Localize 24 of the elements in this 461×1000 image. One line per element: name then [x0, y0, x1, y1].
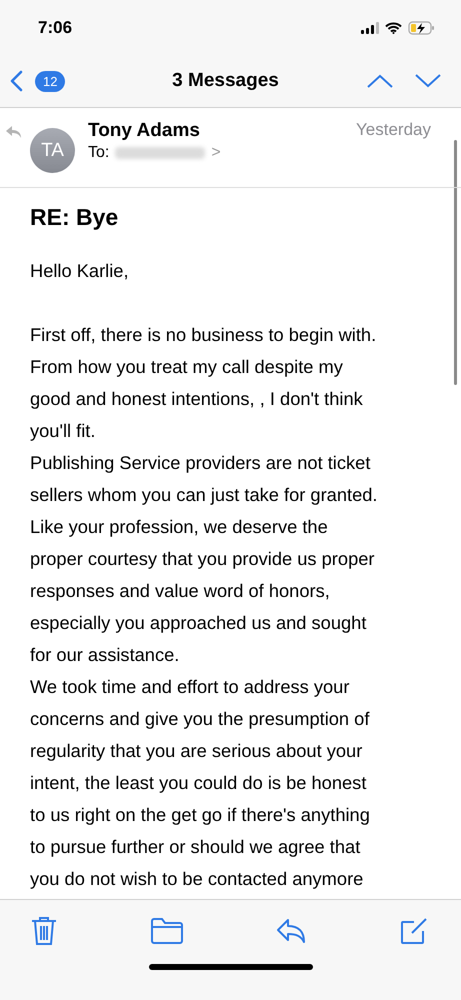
replied-icon	[6, 126, 21, 138]
message-date: Yesterday	[356, 120, 431, 140]
compose-icon[interactable]	[400, 917, 428, 945]
wifi-icon	[385, 22, 402, 34]
recipient-chevron[interactable]: >	[211, 144, 221, 162]
chevron-down-icon[interactable]	[415, 74, 441, 88]
folder-icon[interactable]	[150, 918, 183, 944]
message-subject: RE: Bye	[30, 204, 120, 231]
nav-title: 3 Messages	[172, 70, 279, 92]
reply-icon[interactable]	[276, 918, 306, 944]
body-paragraph: We took time and effort to address your concerns and give you the presumption of regularity that you are serious about your intent, the least you could do is be honest to us right on the get go if there's anything to pursue further or should we agree that you do not wish to be contacted anymore	[30, 675, 371, 891]
battery-charging-icon	[408, 20, 435, 34]
sender-name[interactable]: Tony Adams	[88, 120, 356, 142]
body-paragraph: Hello Karlie,	[30, 259, 130, 283]
status-time: 7:06	[38, 18, 72, 38]
body-paragraph: Publishing Service providers are not ticket sellers whom you can just take for granted. Like your profession, we deserve the proper courtesy that you provide us proper responses and value word of honors, especially you approached us and sought for our assistance.	[30, 451, 379, 667]
chevron-up-icon[interactable]	[367, 74, 393, 88]
sender-avatar: TA	[30, 128, 75, 173]
to-label: To:	[88, 144, 110, 162]
trash-icon[interactable]	[31, 916, 57, 946]
signal-icon	[361, 22, 379, 34]
body-paragraph: First off, there is no business to begin with. From how you treat my call despite my good and honest intentions, , I don't think you'll fit.	[30, 323, 378, 443]
back-icon[interactable]	[10, 70, 23, 92]
unread-count-badge[interactable]: 12	[35, 70, 66, 92]
